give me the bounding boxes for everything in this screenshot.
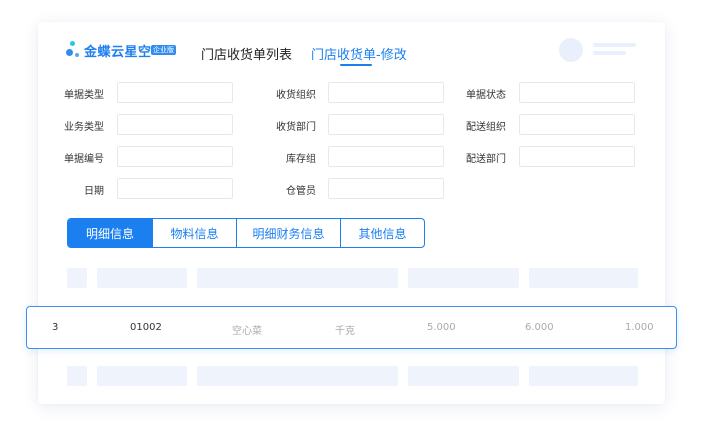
placeholder-cell <box>529 366 638 386</box>
logo-dot-icon <box>66 49 73 56</box>
cell-quantity-1: 5.000 <box>427 322 456 333</box>
label-doc-no: 单据编号 <box>64 154 104 165</box>
header-placeholder-bar <box>593 51 626 55</box>
brand-name: 金蝶云星空 <box>84 45 152 60</box>
delivery-org-field[interactable] <box>519 114 635 135</box>
placeholder-cell <box>408 268 519 288</box>
label-receive-dept: 收货部门 <box>276 122 316 133</box>
stock-group-field[interactable] <box>328 146 444 167</box>
label-doc-status: 单据状态 <box>466 90 506 101</box>
doc-status-field[interactable] <box>519 82 635 103</box>
doc-type-field[interactable] <box>117 82 233 103</box>
cell-row-number: 3 <box>52 322 59 333</box>
label-biz-type: 业务类型 <box>64 122 104 133</box>
label-date: 日期 <box>84 186 104 197</box>
label-receive-org: 收货组织 <box>276 90 316 101</box>
date-field[interactable] <box>117 178 233 199</box>
biz-type-field[interactable] <box>117 114 233 135</box>
cell-quantity-3: 1.000 <box>625 322 654 333</box>
active-tab-indicator <box>340 64 372 66</box>
placeholder-checkbox <box>67 268 87 288</box>
tab-material-info[interactable]: 物料信息 <box>153 219 237 247</box>
brand-badge: 企业版 <box>151 45 176 55</box>
placeholder-cell <box>529 268 638 288</box>
cell-material-code: 01002 <box>130 322 162 333</box>
tab-receipt-list[interactable]: 门店收货单列表 <box>201 44 292 63</box>
placeholder-cell <box>97 366 187 386</box>
placeholder-cell <box>97 268 187 288</box>
cell-material-name: 空心菜 <box>232 326 262 337</box>
table-row[interactable]: 3 01002 空心菜 千克 5.000 6.000 1.000 <box>26 306 677 349</box>
warehouse-keeper-field[interactable] <box>328 178 444 199</box>
receive-org-field[interactable] <box>328 82 444 103</box>
label-delivery-org: 配送组织 <box>466 122 506 133</box>
label-stock-group: 库存组 <box>286 154 316 165</box>
receive-dept-field[interactable] <box>328 114 444 135</box>
label-warehouse-keeper: 仓管员 <box>286 186 316 197</box>
doc-no-field[interactable] <box>117 146 233 167</box>
cell-unit: 千克 <box>335 326 355 337</box>
delivery-dept-field[interactable] <box>519 146 635 167</box>
placeholder-cell <box>408 366 519 386</box>
label-doc-type: 单据类型 <box>64 90 104 101</box>
cell-quantity-2: 6.000 <box>525 322 554 333</box>
placeholder-checkbox <box>67 366 87 386</box>
placeholder-cell <box>197 268 398 288</box>
logo-dot-icon <box>75 53 79 57</box>
tab-other-info[interactable]: 其他信息 <box>341 219 424 247</box>
placeholder-cell <box>197 366 398 386</box>
brand-logo: 金蝶云星空 企业版 <box>66 40 176 62</box>
detail-tabs: 明细信息 物料信息 明细财务信息 其他信息 <box>67 218 425 248</box>
tab-detail-info[interactable]: 明细信息 <box>68 219 153 247</box>
tab-receipt-edit[interactable]: 门店收货单-修改 <box>311 44 407 63</box>
label-delivery-dept: 配送部门 <box>466 154 506 165</box>
avatar[interactable] <box>559 38 583 62</box>
header-placeholder-bar <box>593 43 636 47</box>
logo-dot-icon <box>70 41 75 46</box>
tab-detail-finance-info[interactable]: 明细财务信息 <box>237 219 341 247</box>
